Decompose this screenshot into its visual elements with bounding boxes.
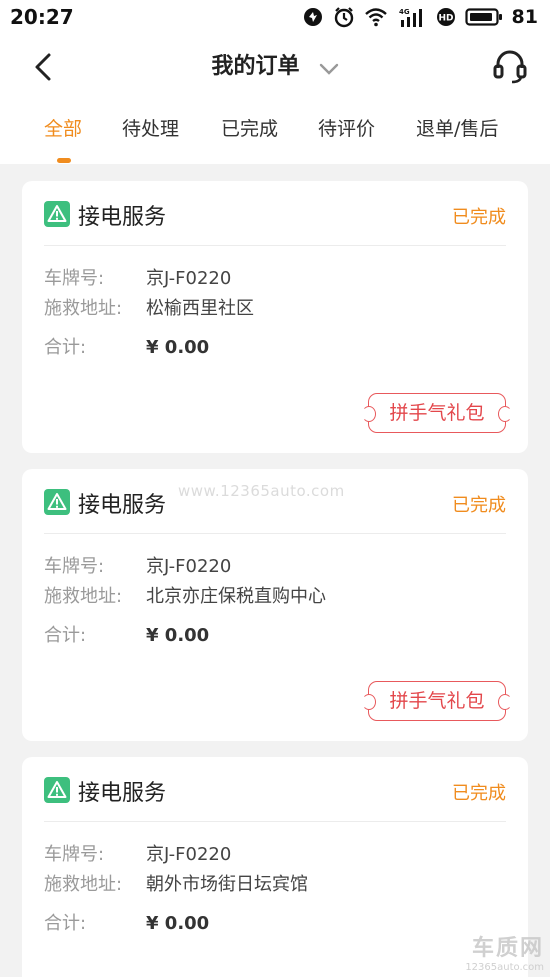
address-value: 松榆西里社区: [146, 298, 254, 319]
order-status: 已完成: [452, 783, 506, 804]
plate-value: 京J-F0220: [146, 556, 232, 577]
wifi-icon: [364, 8, 387, 27]
plate-label: 车牌号:: [44, 556, 105, 577]
battery-level: 81: [511, 6, 538, 28]
warning-triangle-icon: [44, 201, 70, 227]
address-value: 北京亦庄保税直购中心: [146, 586, 326, 607]
tab-completed[interactable]: 已完成: [221, 114, 278, 141]
plate-label: 车牌号:: [44, 268, 105, 289]
page-title[interactable]: 我的订单: [211, 54, 299, 79]
network-label: 4G: [399, 8, 410, 16]
card-divider: [44, 533, 506, 534]
order-status: 已完成: [452, 207, 506, 228]
svg-text:HD: HD: [438, 14, 453, 24]
watermark-logo-title: 车质网: [471, 936, 544, 961]
status-time: 20:27: [10, 5, 74, 29]
order-status: 已完成: [452, 495, 506, 516]
headset-icon[interactable]: [492, 48, 528, 84]
warning-triangle-icon: [44, 489, 70, 515]
status-bar: 20:27 4G HD 81: [0, 0, 550, 34]
address-label: 施救地址:: [44, 298, 123, 319]
service-name: 接电服务: [78, 781, 167, 806]
tab-to-review[interactable]: 待评价: [318, 114, 375, 141]
total-value: ¥ 0.00: [146, 337, 210, 358]
total-label: 合计:: [44, 913, 87, 934]
total-value: ¥ 0.00: [146, 913, 210, 934]
chevron-down-icon[interactable]: [319, 63, 339, 75]
battery-icon: [464, 8, 502, 26]
address-label: 施救地址:: [44, 586, 123, 607]
alarm-icon: [334, 7, 353, 28]
order-card[interactable]: 接电服务 已完成 车牌号: 京J-F0220 施救地址: 北京亦庄保税直购中心 合计…: [22, 469, 528, 741]
nav-header: 我的订单: [0, 34, 550, 98]
plate-value: 京J-F0220: [146, 844, 232, 865]
tab-refund-aftersale[interactable]: 退单/售后: [416, 114, 498, 141]
service-name: 接电服务: [78, 493, 167, 518]
signal-icon: 4G: [399, 8, 422, 27]
plate-label: 车牌号:: [44, 844, 105, 865]
service-name: 接电服务: [78, 205, 167, 230]
watermark-logo-url: 12365auto.com: [465, 962, 544, 973]
order-card[interactable]: 接电服务 已完成 车牌号: 京J-F0220 施救地址: 朝外市场街日坛宾馆 合计:…: [22, 757, 528, 977]
total-value: ¥ 0.00: [146, 625, 210, 646]
card-divider: [44, 245, 506, 246]
address-value: 朝外市场街日坛宾馆: [146, 874, 308, 895]
lucky-gift-pack-button[interactable]: 拼手气礼包: [362, 681, 512, 721]
tab-pending[interactable]: 待处理: [122, 114, 179, 141]
watermark-logo: 车质网 12365auto.com: [465, 930, 544, 973]
order-tabs: 全部 待处理 已完成 待评价 退单/售后: [0, 98, 550, 164]
card-divider: [44, 821, 506, 822]
notification-icon: [303, 8, 322, 26]
plate-value: 京J-F0220: [146, 268, 232, 289]
total-label: 合计:: [44, 337, 87, 358]
order-card[interactable]: 接电服务 已完成 车牌号: 京J-F0220 施救地址: 松榆西里社区 合计: ¥ 0…: [22, 181, 528, 453]
watermark-text: www.12365auto.com: [178, 482, 345, 500]
hd-icon: HD: [436, 8, 455, 26]
tab-all[interactable]: 全部: [44, 114, 82, 141]
tab-active-indicator: [57, 158, 71, 163]
warning-triangle-icon: [44, 777, 70, 803]
address-label: 施救地址:: [44, 874, 123, 895]
total-label: 合计:: [44, 625, 87, 646]
lucky-gift-pack-button[interactable]: 拼手气礼包: [362, 393, 512, 433]
